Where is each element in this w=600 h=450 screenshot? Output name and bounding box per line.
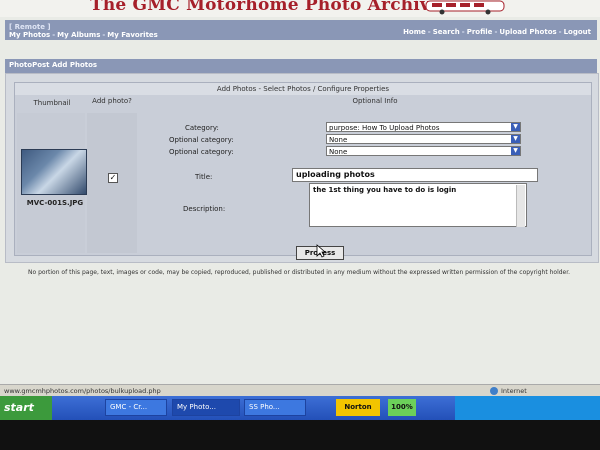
- system-tray: [455, 396, 600, 420]
- optional-category-value-1: None: [329, 136, 348, 144]
- welcome-text: [ Remote ]: [9, 23, 51, 31]
- norton-button[interactable]: Norton: [336, 399, 380, 416]
- nav-upload-photos[interactable]: Upload Photos: [499, 28, 556, 36]
- optional-category-label-2: Optional category:: [169, 148, 234, 156]
- start-button[interactable]: start: [0, 396, 52, 420]
- add-photos-form: Add Photos - Select Photos / Configure P…: [14, 82, 592, 260]
- zoom-percent[interactable]: 100%: [388, 399, 416, 416]
- add-photo-cell: ✓: [87, 113, 137, 253]
- thumbnail-cell: MVC-001S.JPG: [17, 113, 87, 253]
- nav-bar: [ Remote ] My Photos - My Albums - My Favori…: [5, 20, 597, 40]
- add-photo-column-header: Add photo?: [92, 97, 132, 105]
- photo-thumbnail[interactable]: [21, 149, 87, 195]
- site-title: The GMC Motorhome Photo Archive: [90, 0, 442, 15]
- nav-profile[interactable]: Profile: [467, 28, 493, 36]
- add-photo-checkbox[interactable]: ✓: [108, 173, 118, 183]
- nav-right: Home - Search - Profile - Upload Photos - Logout: [403, 28, 591, 36]
- copyright-notice: No portion of this page, text, images or…: [28, 269, 571, 276]
- description-text: the 1st thing you have to do is login: [313, 186, 457, 194]
- nav-separator: -: [52, 31, 56, 39]
- nav-separator: -: [558, 28, 562, 36]
- monitor-bezel: [0, 420, 600, 450]
- nav-left: [ Remote ] My Photos - My Albums - My Favori…: [9, 23, 158, 39]
- nav-separator: -: [461, 28, 465, 36]
- optional-info-column-header: Optional Info: [352, 97, 398, 105]
- thumbnail-filename: MVC-001S.JPG: [26, 199, 84, 207]
- globe-icon: [490, 387, 498, 395]
- title-label: Title:: [195, 173, 213, 181]
- motorhome-logo: [425, 0, 505, 15]
- optional-category-value-2: None: [329, 148, 348, 156]
- section-header: PhotoPost Add Photos: [5, 59, 597, 73]
- browser-window: The GMC Motorhome Photo Archive [ Remote…: [0, 0, 600, 405]
- category-selected-value: purpose: How To Upload Photos: [329, 124, 440, 132]
- nav-my-favorites[interactable]: My Favorites: [107, 31, 158, 39]
- category-label: Category:: [185, 124, 219, 132]
- nav-my-albums[interactable]: My Albums: [57, 31, 100, 39]
- textarea-scrollbar[interactable]: [516, 185, 525, 227]
- dropdown-arrow-icon: ▼: [511, 147, 520, 155]
- zone-label: Internet: [501, 387, 527, 395]
- add-photos-panel: Add Photos - Select Photos / Configure P…: [5, 73, 599, 263]
- nav-separator: -: [494, 28, 498, 36]
- nav-search[interactable]: Search: [433, 28, 460, 36]
- section-title: PhotoPost Add Photos: [9, 61, 98, 69]
- nav-separator: -: [102, 31, 106, 39]
- title-input[interactable]: uploading photos: [292, 168, 538, 182]
- category-select[interactable]: purpose: How To Upload Photos ▼: [326, 122, 521, 132]
- optional-category-label-1: Optional category:: [169, 136, 234, 144]
- column-headers: Thumbnail Add photo? Optional Info: [15, 97, 591, 111]
- nav-my-photos[interactable]: My Photos: [9, 31, 50, 39]
- optional-category-select-1[interactable]: None ▼: [326, 134, 521, 144]
- form-heading: Add Photos - Select Photos / Configure P…: [15, 83, 591, 95]
- taskbar-item-gmc[interactable]: GMC - Cr...: [105, 399, 167, 416]
- nav-separator: -: [427, 28, 431, 36]
- nav-home[interactable]: Home: [403, 28, 426, 36]
- description-textarea[interactable]: the 1st thing you have to do is login: [309, 183, 527, 227]
- mouse-pointer-icon: [316, 244, 326, 258]
- dropdown-arrow-icon: ▼: [511, 135, 520, 143]
- nav-logout[interactable]: Logout: [564, 28, 591, 36]
- taskbar-item-my-photos[interactable]: My Photo...: [172, 399, 240, 416]
- windows-taskbar: start GMC - Cr... My Photo... SS Pho... …: [0, 396, 600, 420]
- taskbar-item-ss-photos[interactable]: SS Pho...: [244, 399, 306, 416]
- optional-category-select-2[interactable]: None ▼: [326, 146, 521, 156]
- thumbnail-column-header: Thumbnail: [33, 99, 71, 107]
- dropdown-arrow-icon: ▼: [511, 123, 520, 131]
- description-label: Description:: [183, 205, 226, 213]
- site-header: The GMC Motorhome Photo Archive: [0, 0, 600, 17]
